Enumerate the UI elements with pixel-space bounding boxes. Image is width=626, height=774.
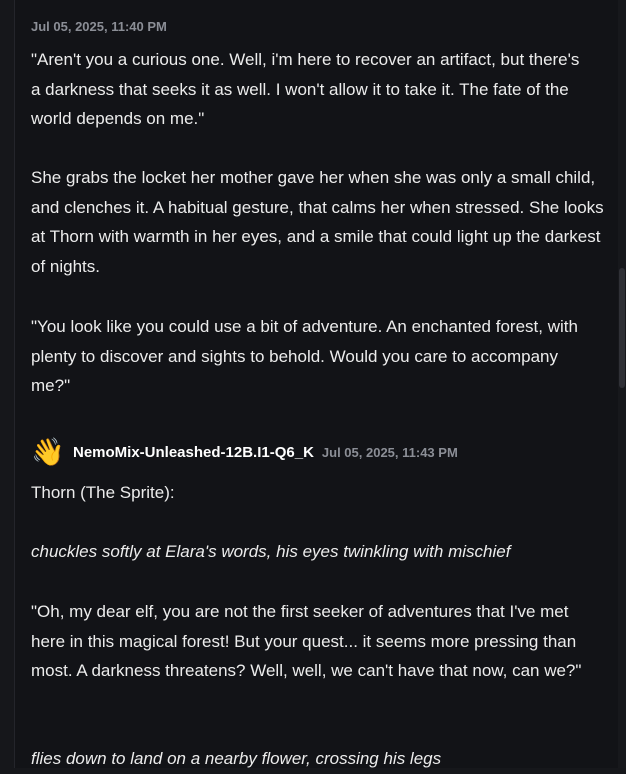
- message-timestamp: Jul 05, 2025, 11:40 PM: [31, 19, 167, 34]
- message-paragraph: "Aren't you a curious one. Well, i'm her…: [31, 50, 580, 128]
- scrollbar-thumb[interactable]: [619, 268, 625, 388]
- message-paragraph: flies down to land on a nearby flower, c…: [31, 749, 442, 768]
- waving-hand-icon: 👋: [31, 437, 65, 467]
- message-paragraph: chuckles softly at Elara's words, his ey…: [31, 542, 511, 561]
- message-paragraph: Thorn (The Sprite):: [31, 483, 175, 502]
- message-paragraph: She grabs the locket her mother gave her…: [31, 168, 604, 276]
- author-name: NemoMix-Unleashed-12B.I1-Q6_K: [73, 443, 314, 461]
- message-header: 👋 NemoMix-Unleashed-12B.I1-Q6_K Jul 05, …: [31, 436, 458, 468]
- message-timestamp: Jul 05, 2025, 11:43 PM: [321, 444, 458, 460]
- scrollbar[interactable]: [618, 0, 626, 768]
- message-paragraph: "You look like you could use a bit of ad…: [31, 317, 578, 395]
- message-paragraph: "Oh, my dear elf, you are not the first …: [31, 602, 582, 680]
